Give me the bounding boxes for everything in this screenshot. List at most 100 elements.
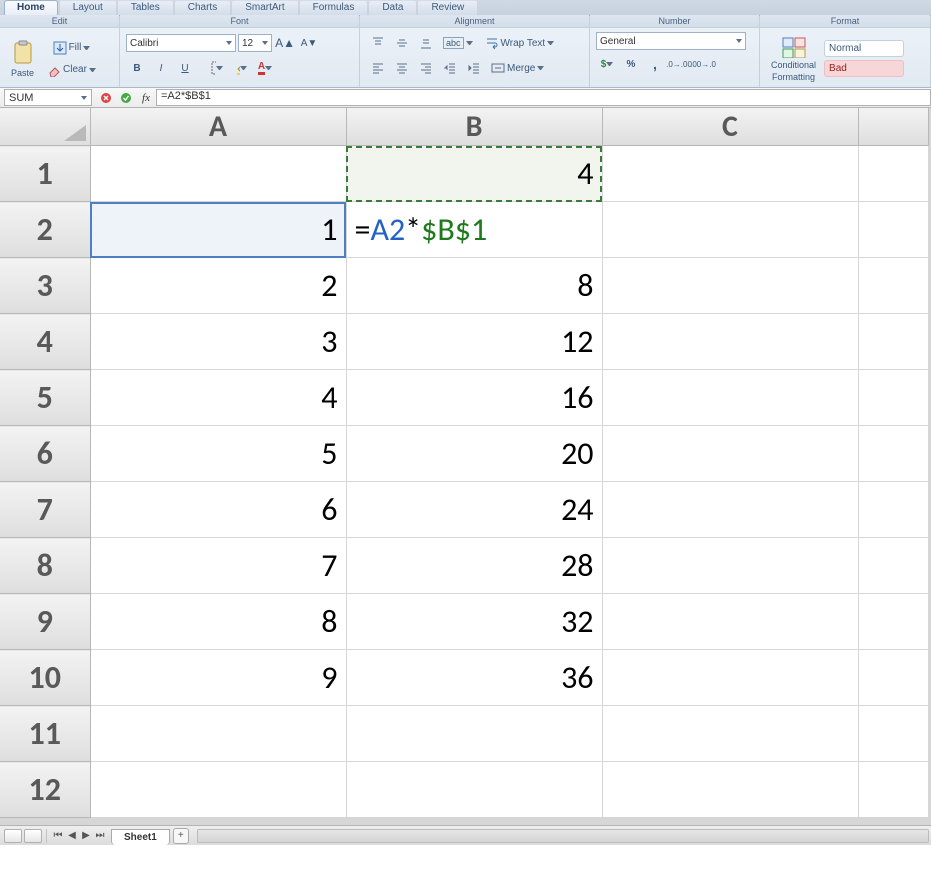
cell-D11[interactable] (858, 706, 928, 762)
cell-C7[interactable] (602, 482, 858, 538)
increase-decimal-button[interactable]: .0→.00 (668, 53, 690, 75)
row-header-4[interactable]: 4 (0, 314, 90, 370)
last-sheet-button[interactable]: ⏭ (93, 829, 107, 843)
cell-B8[interactable]: 28 (346, 538, 602, 594)
font-size-select[interactable]: 12 (238, 34, 272, 52)
row-header-8[interactable]: 8 (0, 538, 90, 594)
cell-D12[interactable] (858, 762, 928, 818)
cell-B10[interactable]: 36 (346, 650, 602, 706)
align-left-button[interactable] (366, 57, 388, 79)
percent-button[interactable]: % (620, 53, 642, 75)
fill-color-button[interactable] (230, 57, 252, 79)
cell-C2[interactable] (602, 202, 858, 258)
cell-C3[interactable] (602, 258, 858, 314)
row-header-1[interactable]: 1 (0, 146, 90, 202)
cell-B3[interactable]: 8 (346, 258, 602, 314)
cell-C8[interactable] (602, 538, 858, 594)
orientation-button[interactable]: abc (438, 34, 478, 52)
cell-D10[interactable] (858, 650, 928, 706)
align-center-button[interactable] (390, 57, 412, 79)
cell-B9[interactable]: 32 (346, 594, 602, 650)
cell-B12[interactable] (346, 762, 602, 818)
cell-D7[interactable] (858, 482, 928, 538)
cell-D5[interactable] (858, 370, 928, 426)
align-middle-button[interactable] (390, 32, 412, 54)
decrease-font-button[interactable]: A▼ (298, 32, 320, 54)
cell-D8[interactable] (858, 538, 928, 594)
style-normal[interactable]: Normal (824, 40, 904, 57)
italic-button[interactable]: I (150, 57, 172, 79)
col-header-D[interactable] (858, 108, 928, 146)
bold-button[interactable]: B (126, 57, 148, 79)
cancel-formula-button[interactable] (96, 89, 116, 106)
fx-button[interactable]: fx (136, 89, 156, 106)
name-box[interactable]: SUM (4, 89, 92, 106)
decrease-indent-button[interactable] (438, 57, 460, 79)
tab-layout[interactable]: Layout (60, 0, 116, 15)
cell-A1[interactable] (90, 146, 346, 202)
wrap-text-button[interactable]: Wrap Text (480, 33, 560, 53)
underline-button[interactable]: U (174, 57, 196, 79)
tab-smartart[interactable]: SmartArt (232, 0, 297, 15)
clear-button[interactable]: Clear (42, 60, 101, 80)
cell-B11[interactable] (346, 706, 602, 762)
row-header-3[interactable]: 3 (0, 258, 90, 314)
align-bottom-button[interactable] (414, 32, 436, 54)
currency-button[interactable]: $ (596, 53, 618, 75)
row-header-12[interactable]: 12 (0, 762, 90, 818)
number-format-select[interactable]: General (596, 32, 746, 50)
col-header-B[interactable]: B (346, 108, 602, 146)
enter-formula-button[interactable] (116, 89, 136, 106)
row-header-11[interactable]: 11 (0, 706, 90, 762)
merge-button[interactable]: Merge (486, 58, 549, 78)
formula-input[interactable]: =A2*$B$1 (156, 89, 931, 106)
row-header-7[interactable]: 7 (0, 482, 90, 538)
row-header-10[interactable]: 10 (0, 650, 90, 706)
cell-C11[interactable] (602, 706, 858, 762)
worksheet[interactable]: A B C 1 4 2 1 =A2*$B$1 3 2 8 (0, 108, 931, 825)
next-sheet-button[interactable]: ▶ (79, 829, 93, 843)
font-color-button[interactable]: A (254, 57, 276, 79)
cell-A11[interactable] (90, 706, 346, 762)
cell-B4[interactable]: 12 (346, 314, 602, 370)
cell-A8[interactable]: 7 (90, 538, 346, 594)
paste-button[interactable]: Paste (6, 33, 39, 85)
cell-B7[interactable]: 24 (346, 482, 602, 538)
cell-A10[interactable]: 9 (90, 650, 346, 706)
tab-home[interactable]: Home (4, 0, 58, 15)
fill-button[interactable]: Fill (42, 38, 101, 58)
horizontal-scrollbar[interactable] (197, 829, 929, 843)
row-header-2[interactable]: 2 (0, 202, 90, 258)
cell-D4[interactable] (858, 314, 928, 370)
increase-font-button[interactable]: A▲ (274, 32, 296, 54)
add-sheet-button[interactable]: + (173, 828, 189, 844)
cell-D2[interactable] (858, 202, 928, 258)
cell-C1[interactable] (602, 146, 858, 202)
cell-A12[interactable] (90, 762, 346, 818)
cell-C4[interactable] (602, 314, 858, 370)
cell-A3[interactable]: 2 (90, 258, 346, 314)
cell-C6[interactable] (602, 426, 858, 482)
cell-D1[interactable] (858, 146, 928, 202)
cell-A4[interactable]: 3 (90, 314, 346, 370)
tab-tables[interactable]: Tables (118, 0, 173, 15)
cell-C10[interactable] (602, 650, 858, 706)
cell-A2[interactable]: 1 (90, 202, 346, 258)
decrease-decimal-button[interactable]: .00→.0 (692, 53, 714, 75)
font-name-select[interactable]: Calibri (126, 34, 236, 52)
tab-data[interactable]: Data (369, 0, 416, 15)
tab-review[interactable]: Review (418, 0, 477, 15)
select-all-corner[interactable] (0, 108, 90, 146)
cell-A6[interactable]: 5 (90, 426, 346, 482)
align-top-button[interactable] (366, 32, 388, 54)
cell-B1[interactable]: 4 (346, 146, 602, 202)
cell-D3[interactable] (858, 258, 928, 314)
cell-B5[interactable]: 16 (346, 370, 602, 426)
first-sheet-button[interactable]: ⏮ (51, 829, 65, 843)
cell-C9[interactable] (602, 594, 858, 650)
row-header-5[interactable]: 5 (0, 370, 90, 426)
tab-formulas[interactable]: Formulas (300, 0, 368, 15)
style-bad[interactable]: Bad (824, 60, 904, 77)
cell-A9[interactable]: 8 (90, 594, 346, 650)
align-right-button[interactable] (414, 57, 436, 79)
